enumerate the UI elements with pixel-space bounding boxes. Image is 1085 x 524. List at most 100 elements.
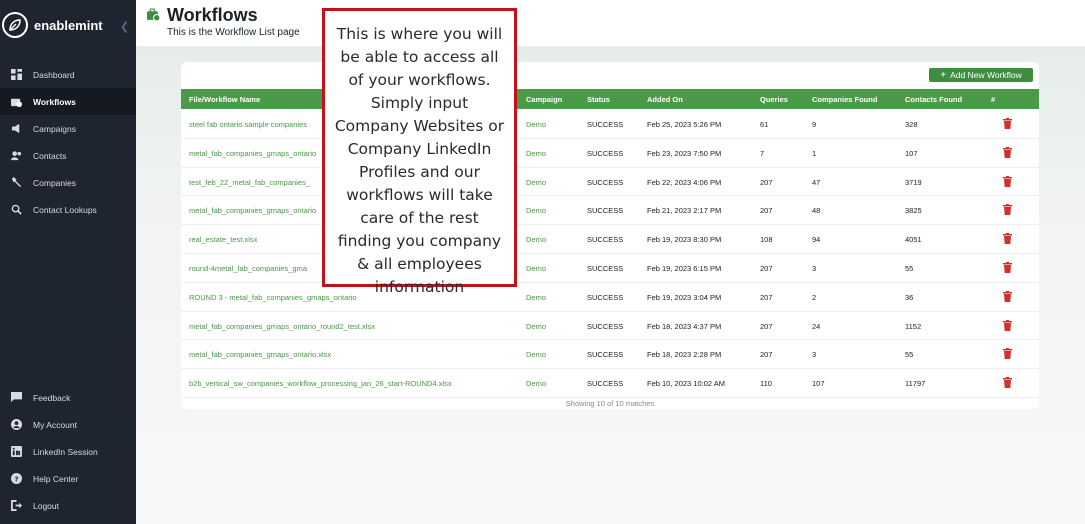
- workflow-file-link[interactable]: steel fab ontario sample companies: [189, 120, 307, 129]
- column-header-status[interactable]: Status: [587, 95, 610, 104]
- table-pagination-text: Showing 10 of 10 matches: [565, 399, 655, 408]
- sidebar-item-contact-lookups[interactable]: Contact Lookups: [0, 196, 136, 223]
- sidebar-item-label: My Account: [33, 419, 77, 430]
- status-text: SUCCESS: [587, 235, 624, 245]
- sidebar-item-contacts[interactable]: Contacts: [0, 142, 136, 169]
- queries-count: 207: [760, 206, 773, 216]
- sidebar-item-label: Feedback: [33, 392, 71, 403]
- workflow-file-link[interactable]: round-4metal_fab_companies_gma: [189, 264, 307, 273]
- campaign-link[interactable]: Demo: [526, 178, 546, 187]
- added-on-text: Feb 10, 2023 10:02 AM: [647, 379, 725, 389]
- sidebar-nav-bottom: Feedback My Account LinkedIn Session ? H…: [0, 384, 136, 519]
- campaign-link[interactable]: Demo: [526, 149, 546, 158]
- sidebar-item-companies[interactable]: Companies: [0, 169, 136, 196]
- delete-trash-icon[interactable]: [1003, 204, 1012, 216]
- queries-count: 61: [760, 120, 769, 129]
- plus-icon: +: [940, 69, 947, 81]
- annotation-callout: This is where you will be able to access…: [322, 8, 517, 296]
- delete-trash-icon[interactable]: [1003, 377, 1012, 389]
- delete-trash-icon[interactable]: [1003, 146, 1012, 158]
- sidebar-item-label: Contacts: [33, 150, 67, 161]
- column-header-queries[interactable]: Queries: [760, 95, 788, 104]
- delete-trash-icon[interactable]: [1003, 348, 1012, 360]
- campaign-link[interactable]: Demo: [526, 293, 546, 302]
- column-header-contacts-found[interactable]: Contacts Found: [905, 95, 962, 104]
- contacts-found-count: 107: [905, 148, 918, 158]
- sidebar-item-linkedin-session[interactable]: LinkedIn Session: [0, 438, 136, 465]
- companies-found-count: 47: [812, 177, 821, 187]
- queries-count: 207: [760, 292, 773, 302]
- workflow-file-link[interactable]: metal_fab_companies_gmaps_ontario: [189, 206, 316, 215]
- delete-trash-icon[interactable]: [1003, 175, 1012, 187]
- column-header-file[interactable]: File/Workflow Name: [189, 95, 260, 104]
- queries-count: 207: [760, 177, 773, 187]
- campaign-link[interactable]: Demo: [526, 206, 546, 215]
- status-text: SUCCESS: [587, 292, 624, 302]
- campaign-link[interactable]: Demo: [526, 322, 546, 331]
- added-on-text: Feb 19, 2023 8:30 PM: [647, 235, 722, 245]
- column-header-companies-found[interactable]: Companies Found: [812, 95, 877, 104]
- sidebar-item-feedback[interactable]: Feedback: [0, 384, 136, 411]
- sidebar-item-workflows[interactable]: Workflows: [0, 88, 136, 115]
- add-new-workflow-button[interactable]: + Add New Workflow: [929, 68, 1033, 82]
- queries-count: 7: [760, 148, 765, 158]
- contacts-found-count: 328: [905, 120, 918, 129]
- workflow-file-link[interactable]: b2b_vertical_sw_companies_workflow_proce…: [189, 379, 452, 388]
- workflow-icon: [10, 96, 22, 108]
- column-header-campaign[interactable]: Campaign: [526, 95, 562, 104]
- campaign-link[interactable]: Demo: [526, 264, 546, 273]
- sidebar-item-my-account[interactable]: My Account: [0, 411, 136, 438]
- collapse-sidebar-icon[interactable]: ❮: [120, 20, 129, 33]
- sidebar-item-dashboard[interactable]: Dashboard: [0, 61, 136, 88]
- brand-name: enablemint: [34, 17, 103, 33]
- table-row: steel fab ontario sample companies Demo …: [181, 110, 1039, 139]
- queries-count: 207: [760, 263, 773, 273]
- added-on-text: Feb 22, 2023 4:06 PM: [647, 177, 722, 187]
- table-row: metal_fab_companies_gmaps_ontario Demo S…: [181, 139, 1039, 168]
- sidebar-item-label: Workflows: [33, 96, 76, 107]
- column-header-added-on[interactable]: Added On: [647, 95, 683, 104]
- brand[interactable]: enablemint: [2, 12, 103, 38]
- sidebar-item-logout[interactable]: Logout: [0, 492, 136, 519]
- added-on-text: Feb 18, 2023 4:37 PM: [647, 321, 722, 331]
- delete-trash-icon[interactable]: [1003, 233, 1012, 245]
- workflow-file-link[interactable]: metal_fab_companies_gmaps_ontario: [189, 149, 316, 158]
- campaign-link[interactable]: Demo: [526, 379, 546, 388]
- workflow-file-link[interactable]: ROUND 3 - metal_fab_companies_gmaps_onta…: [189, 293, 357, 302]
- added-on-text: Feb 19, 2023 6:15 PM: [647, 263, 722, 273]
- table-row: test_feb_22_metal_fab_companies_ Demo SU…: [181, 168, 1039, 197]
- added-on-text: Feb 18, 2023 2:28 PM: [647, 350, 722, 360]
- account-icon: [10, 419, 22, 431]
- workflow-file-link[interactable]: test_feb_22_metal_fab_companies_: [189, 178, 310, 187]
- table-row: metal_fab_companies_gmaps_ontario_round2…: [181, 312, 1039, 341]
- sidebar-item-label: Companies: [33, 177, 76, 188]
- status-text: SUCCESS: [587, 177, 624, 187]
- added-on-text: Feb 19, 2023 3:04 PM: [647, 292, 722, 302]
- companies-found-count: 3: [812, 350, 817, 360]
- companies-found-count: 48: [812, 206, 821, 216]
- delete-trash-icon[interactable]: [1003, 261, 1012, 273]
- sidebar-item-campaigns[interactable]: Campaigns: [0, 115, 136, 142]
- workflow-file-link[interactable]: real_estate_test.xlsx: [189, 235, 257, 244]
- delete-trash-icon[interactable]: [1003, 290, 1012, 302]
- queries-count: 207: [760, 321, 773, 331]
- campaign-link[interactable]: Demo: [526, 120, 546, 129]
- sidebar-item-label: Help Center: [33, 473, 79, 484]
- search-icon: [10, 204, 22, 216]
- table-row: round-4metal_fab_companies_gma Demo SUCC…: [181, 254, 1039, 283]
- sidebar-item-label: Campaigns: [33, 123, 76, 134]
- sidebar-nav-top: Dashboard Workflows Campaigns Contacts C…: [0, 61, 136, 223]
- campaign-link[interactable]: Demo: [526, 235, 546, 244]
- status-text: SUCCESS: [587, 206, 624, 216]
- workflow-file-link[interactable]: metal_fab_companies_gmaps_ontario_round2…: [189, 322, 375, 331]
- sidebar-item-label: Logout: [33, 500, 59, 511]
- contacts-found-count: 4051: [905, 235, 922, 245]
- workflow-file-link[interactable]: metal_fab_companies_gmaps_ontario.xlsx: [189, 350, 331, 359]
- page-title: Workflows: [167, 5, 258, 25]
- table-row: ROUND 3 - metal_fab_companies_gmaps_onta…: [181, 283, 1039, 312]
- delete-trash-icon[interactable]: [1003, 319, 1012, 331]
- sidebar-item-help-center[interactable]: ? Help Center: [0, 465, 136, 492]
- companies-found-count: 1: [812, 148, 817, 158]
- campaign-link[interactable]: Demo: [526, 350, 546, 359]
- delete-trash-icon[interactable]: [1003, 118, 1012, 129]
